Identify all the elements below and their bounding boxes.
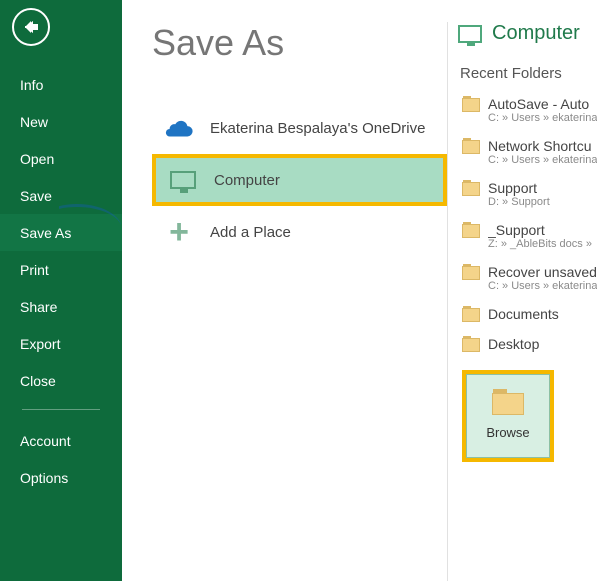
folder-name: Support	[488, 180, 550, 196]
plus-icon: +	[164, 217, 194, 247]
folder-path: D: » Support	[488, 196, 550, 208]
nav-info[interactable]: Info	[0, 66, 122, 103]
nav-options[interactable]: Options	[0, 459, 122, 496]
place-computer[interactable]: Computer	[152, 154, 447, 206]
places-column: Save As Ekaterina Bespalaya's OneDrive C…	[152, 22, 447, 581]
nav-open[interactable]: Open	[0, 140, 122, 177]
back-button[interactable]	[12, 8, 50, 46]
place-onedrive-label: Ekaterina Bespalaya's OneDrive	[210, 120, 425, 137]
nav-close[interactable]: Close	[0, 362, 122, 399]
sidebar-divider	[22, 409, 100, 410]
folder-name: _Support	[488, 222, 592, 238]
recent-folders-list: AutoSave - AutoC: » Users » ekaterinaNet…	[454, 92, 611, 356]
place-onedrive[interactable]: Ekaterina Bespalaya's OneDrive	[152, 102, 447, 154]
nav-print[interactable]: Print	[0, 251, 122, 288]
location-panel: Computer Recent Folders AutoSave - AutoC…	[447, 22, 611, 581]
back-arrow-icon	[22, 18, 40, 36]
folder-icon	[492, 393, 524, 415]
place-add-label: Add a Place	[210, 224, 291, 241]
folder-path: C: » Users » ekaterina	[488, 280, 597, 292]
folder-icon	[462, 182, 480, 196]
recent-folder-item[interactable]: Documents	[454, 302, 611, 326]
folder-name: AutoSave - Auto	[488, 96, 597, 112]
browse-highlight: Browse	[462, 370, 554, 462]
recent-folder-item[interactable]: _SupportZ: » _AbleBits docs »	[454, 218, 611, 254]
nav-new[interactable]: New	[0, 103, 122, 140]
folder-icon	[462, 98, 480, 112]
page-title: Save As	[152, 22, 447, 64]
computer-icon	[168, 165, 198, 195]
folder-name: Desktop	[488, 336, 539, 352]
folder-icon	[462, 266, 480, 280]
folder-path: Z: » _AbleBits docs »	[488, 238, 592, 250]
browse-button[interactable]: Browse	[466, 374, 550, 458]
folder-path: C: » Users » ekaterina	[488, 112, 597, 124]
folder-icon	[462, 224, 480, 238]
folder-name: Documents	[488, 306, 559, 322]
nav-share[interactable]: Share	[0, 288, 122, 325]
computer-icon	[458, 25, 482, 43]
folder-name: Recover unsaved	[488, 264, 597, 280]
recent-folder-item[interactable]: Network ShortcuC: » Users » ekaterina	[454, 134, 611, 170]
place-add[interactable]: + Add a Place	[152, 206, 447, 258]
cloud-icon	[164, 113, 194, 143]
recent-folders-label: Recent Folders	[454, 65, 611, 82]
recent-folder-item[interactable]: SupportD: » Support	[454, 176, 611, 212]
main-pane: Save As Ekaterina Bespalaya's OneDrive C…	[122, 0, 611, 581]
location-heading: Computer	[454, 22, 611, 45]
recent-folder-item[interactable]: AutoSave - AutoC: » Users » ekaterina	[454, 92, 611, 128]
recent-folder-item[interactable]: Desktop	[454, 332, 611, 356]
backstage-sidebar: Info New Open Save Save As Print Share E…	[0, 0, 122, 581]
place-computer-label: Computer	[214, 172, 280, 189]
folder-icon	[462, 308, 480, 322]
nav-account[interactable]: Account	[0, 422, 122, 459]
recent-folder-item[interactable]: Recover unsavedC: » Users » ekaterina	[454, 260, 611, 296]
folder-icon	[462, 140, 480, 154]
folder-path: C: » Users » ekaterina	[488, 154, 597, 166]
folder-icon	[462, 338, 480, 352]
nav-export[interactable]: Export	[0, 325, 122, 362]
browse-label: Browse	[486, 425, 529, 440]
nav-save[interactable]: Save	[0, 177, 122, 214]
folder-name: Network Shortcu	[488, 138, 597, 154]
nav-save-as[interactable]: Save As	[0, 214, 122, 251]
